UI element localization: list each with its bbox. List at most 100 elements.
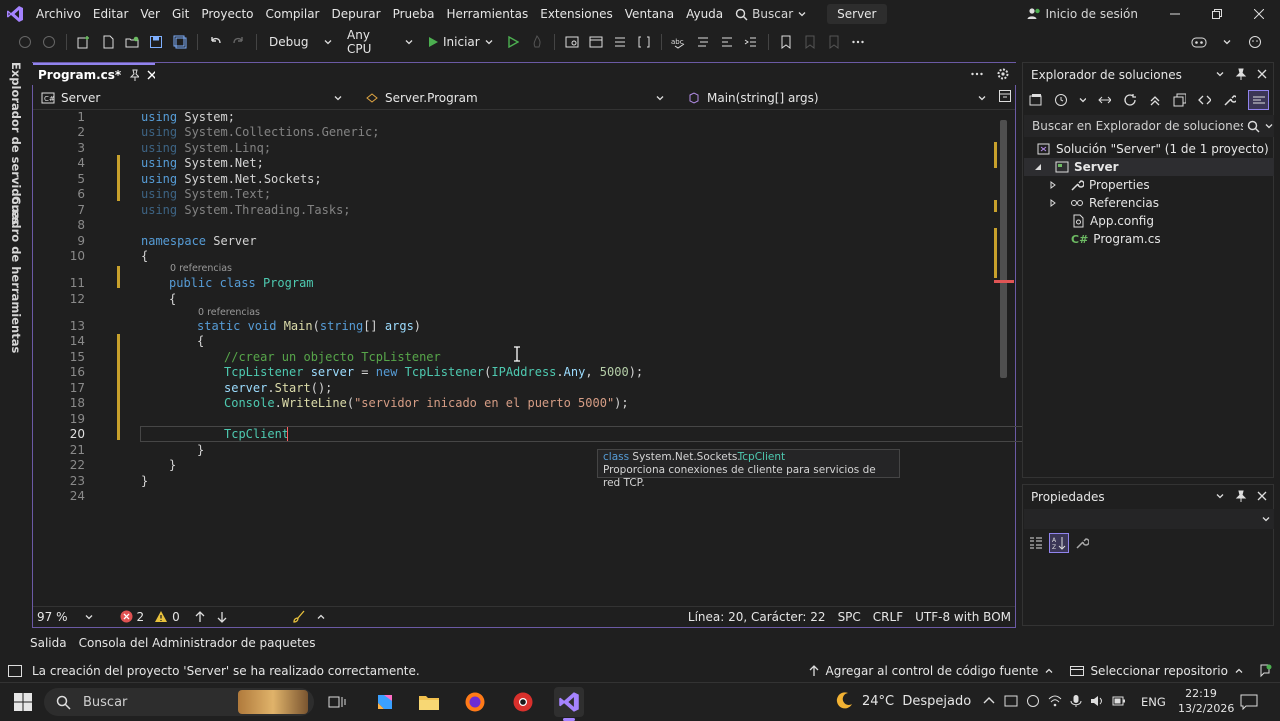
next-bookmark-button[interactable]	[823, 31, 845, 53]
speaker-icon[interactable]	[1090, 694, 1104, 708]
refresh-icon[interactable]	[1123, 93, 1137, 107]
redo-button[interactable]	[228, 31, 250, 53]
history-icon[interactable]	[1054, 93, 1067, 107]
save-button[interactable]	[145, 31, 167, 53]
code-view-icon[interactable]	[1198, 93, 1212, 107]
close-icon[interactable]	[1257, 491, 1267, 501]
menu-extensiones[interactable]: Extensiones	[534, 7, 619, 21]
notification-center-icon[interactable]	[1240, 694, 1258, 710]
menu-archivo[interactable]: Archivo	[30, 7, 87, 21]
chevron-down-icon[interactable]	[1215, 69, 1225, 79]
view-toggle-button[interactable]	[1248, 90, 1269, 110]
pin-icon[interactable]	[129, 69, 139, 81]
output-status-icon[interactable]	[8, 665, 22, 677]
back-button[interactable]	[14, 31, 36, 53]
firefox-button[interactable]	[462, 689, 488, 715]
brush-icon[interactable]	[292, 610, 306, 624]
tree-item-properties[interactable]: Properties	[1049, 176, 1150, 194]
copilot-button[interactable]	[1188, 31, 1210, 53]
menu-editar[interactable]: Editar	[87, 7, 135, 21]
chevron-up-icon[interactable]	[316, 612, 326, 622]
save-all-button[interactable]	[169, 31, 191, 53]
tray-wifi-icon[interactable]	[1048, 694, 1062, 708]
pin-icon[interactable]	[1235, 68, 1247, 80]
tree-item-program-cs[interactable]: C# Program.cs	[1071, 230, 1161, 248]
close-icon[interactable]	[147, 70, 155, 80]
arrow-up-icon[interactable]	[194, 610, 206, 623]
toolbar-more-a-button[interactable]	[609, 31, 631, 53]
tree-solution[interactable]: Solución "Server" (1 de 1 proyecto)	[1037, 140, 1269, 158]
solution-search-box[interactable]: Buscar en Explorador de soluciones (Ctr	[1024, 115, 1274, 137]
tray-app-icon[interactable]	[1004, 694, 1018, 708]
collapsed-triangle-icon[interactable]	[1049, 181, 1057, 189]
menu-depurar[interactable]: Depurar	[325, 7, 386, 21]
copy-icon[interactable]	[1173, 93, 1187, 107]
bookmark-button[interactable]	[775, 31, 797, 53]
platform-select[interactable]: Any CPU	[341, 28, 419, 56]
class-dropdown[interactable]: Server.Program	[365, 88, 665, 108]
alphabetical-button[interactable]: AZ	[1049, 533, 1069, 553]
editor-vertical-scrollbar[interactable]	[994, 112, 1014, 606]
menu-ventana[interactable]: Ventana	[619, 7, 680, 21]
uncomment-button[interactable]	[716, 31, 738, 53]
visual-studio-taskbar-button[interactable]	[554, 687, 584, 717]
notifications-icon[interactable]	[1258, 664, 1272, 678]
cursor-position[interactable]: Línea: 20, Carácter: 22	[688, 610, 826, 624]
menu-git[interactable]: Git	[166, 7, 195, 21]
tab-program-cs[interactable]: Program.cs*	[33, 63, 155, 85]
menu-search[interactable]: Buscar	[729, 7, 813, 21]
zoom-select[interactable]: 97 %	[37, 610, 94, 624]
solution-home-icon[interactable]	[1029, 93, 1042, 107]
open-folder-button[interactable]	[121, 31, 143, 53]
indent-button[interactable]	[740, 31, 762, 53]
visual-studio-logo-icon[interactable]	[0, 5, 30, 23]
sync-arrows-icon[interactable]	[1098, 93, 1112, 107]
toolbox-tab[interactable]: Cuadro de herramientas	[9, 196, 23, 353]
forward-button[interactable]	[38, 31, 60, 53]
taskbar-search[interactable]: Buscar	[44, 688, 314, 716]
chevron-down-icon[interactable]	[1079, 95, 1087, 105]
menu-compilar[interactable]: Compilar	[260, 7, 326, 21]
split-editor-icon[interactable]	[999, 90, 1011, 102]
file-encoding[interactable]: UTF-8 with BOM	[915, 610, 1011, 624]
collapse-all-icon[interactable]	[1148, 93, 1161, 107]
start-button[interactable]	[10, 689, 36, 715]
more-horizontal-icon[interactable]	[970, 67, 984, 81]
microphone-icon[interactable]	[1070, 694, 1082, 708]
menu-proyecto[interactable]: Proyecto	[195, 7, 259, 21]
error-count-button[interactable]: 2	[120, 610, 144, 624]
browse-button[interactable]	[561, 31, 583, 53]
menu-ver[interactable]: Ver	[134, 7, 166, 21]
chevron-up-icon[interactable]	[982, 694, 996, 708]
member-dropdown[interactable]: Main(string[] args)	[687, 88, 987, 108]
tree-project-server[interactable]: Server	[1024, 158, 1274, 176]
project-dropdown[interactable]: C# Server	[41, 88, 343, 108]
collapsed-triangle-icon[interactable]	[1049, 199, 1057, 207]
menu-herramientas[interactable]: Herramientas	[440, 7, 534, 21]
categorized-icon[interactable]	[1029, 536, 1043, 550]
hot-reload-button[interactable]	[526, 31, 548, 53]
input-language[interactable]: ENG	[1141, 695, 1166, 709]
tab-output[interactable]: Salida	[30, 636, 67, 650]
tab-package-manager-console[interactable]: Consola del Administrador de paquetes	[79, 636, 316, 650]
warning-count-button[interactable]: 0	[154, 610, 180, 624]
taskbar-clock[interactable]: 22:19 13/2/2026	[1178, 686, 1234, 716]
chevron-down-icon[interactable]	[1215, 491, 1225, 501]
wrench-icon[interactable]	[1223, 93, 1237, 107]
add-to-source-control-button[interactable]: Agregar al control de código fuente	[808, 664, 1055, 678]
toolbar-more-b-button[interactable]	[633, 31, 655, 53]
codelens-references[interactable]: 0 referencias	[198, 307, 260, 318]
feedback-button[interactable]	[1244, 31, 1266, 53]
undo-button[interactable]	[204, 31, 226, 53]
open-file-button[interactable]	[97, 31, 119, 53]
attach-button[interactable]	[585, 31, 607, 53]
chrome-button[interactable]	[510, 689, 536, 715]
weather-widget[interactable]: 24°C Despejado	[834, 691, 971, 711]
minimize-button[interactable]	[1154, 0, 1196, 28]
start-debug-button[interactable]: Iniciar	[421, 35, 500, 49]
close-window-button[interactable]	[1238, 0, 1280, 28]
pin-icon[interactable]	[1235, 490, 1247, 502]
configuration-select[interactable]: Debug	[263, 31, 339, 53]
tray-network-app-icon[interactable]	[1026, 694, 1040, 708]
gear-icon[interactable]	[996, 67, 1010, 81]
